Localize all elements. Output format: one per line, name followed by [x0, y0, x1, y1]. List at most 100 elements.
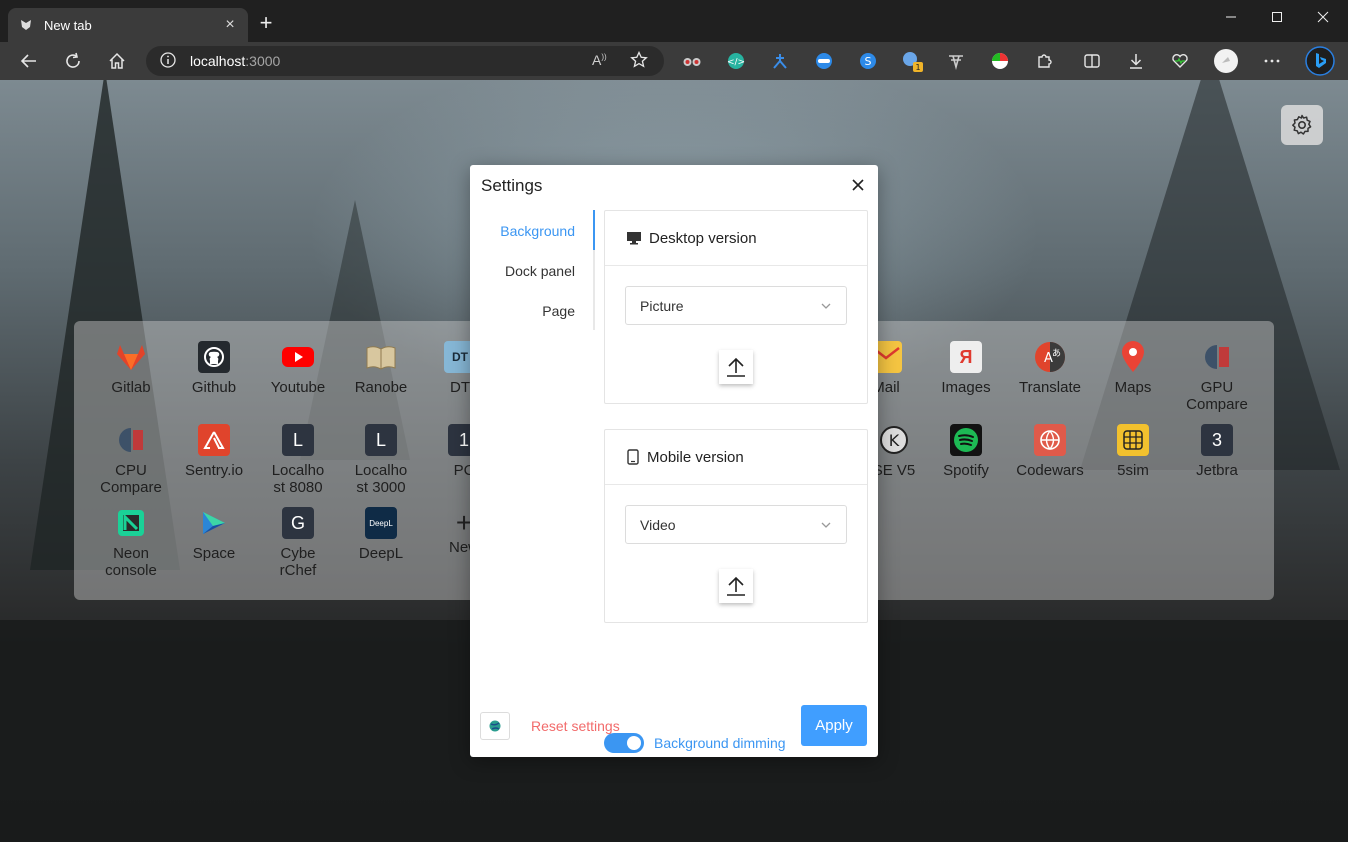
- close-icon[interactable]: [850, 177, 866, 193]
- app-codewars[interactable]: Codewars: [1008, 424, 1092, 479]
- app-jetbra[interactable]: 3 Jetbra: [1175, 424, 1259, 479]
- letter-l-icon: L: [282, 424, 314, 456]
- k-circle-icon: K: [878, 424, 910, 456]
- app-sentry[interactable]: Sentry.io: [172, 424, 256, 479]
- app-gpu-compare[interactable]: GPU Compare: [1175, 341, 1259, 413]
- sim-card-icon: [1117, 424, 1149, 456]
- app-cyberchef[interactable]: G Cybe rChef: [256, 507, 340, 579]
- address-bar[interactable]: localhost:3000 A)): [146, 46, 664, 76]
- app-label: Images: [941, 379, 991, 396]
- desktop-background-type-select[interactable]: Picture: [625, 286, 847, 325]
- app-label: GPU Compare: [1186, 379, 1248, 413]
- app-label: Localho st 3000: [354, 462, 408, 496]
- window-close-button[interactable]: [1300, 0, 1346, 34]
- background-dimming-label[interactable]: Background dimming: [654, 735, 786, 751]
- mobile-version-card: Mobile version Video: [604, 429, 868, 623]
- settings-gear-button[interactable]: [1281, 105, 1323, 145]
- app-space[interactable]: Space: [172, 507, 256, 562]
- svg-text:S: S: [865, 55, 872, 68]
- tab-favicon-icon: [18, 17, 34, 33]
- app-gitlab[interactable]: Gitlab: [89, 341, 173, 396]
- split-screen-icon[interactable]: [1078, 48, 1106, 74]
- desktop-upload-button[interactable]: [719, 350, 753, 384]
- app-label: Ranobe: [354, 379, 408, 396]
- profile-avatar[interactable]: [1212, 48, 1240, 74]
- site-info-icon[interactable]: [160, 51, 176, 71]
- download-icon[interactable]: [1122, 48, 1150, 74]
- toggle-knob: [627, 736, 641, 750]
- more-menu-icon[interactable]: [1258, 48, 1286, 74]
- mobile-background-type-select[interactable]: Video: [625, 505, 847, 544]
- letter-l-icon: L: [365, 424, 397, 456]
- language-button[interactable]: [480, 712, 510, 740]
- mobile-upload-button[interactable]: [719, 569, 753, 603]
- neon-icon: [115, 507, 147, 539]
- background-dimming-toggle[interactable]: [604, 733, 644, 753]
- active-tab-indicator: [593, 210, 595, 250]
- app-localhost-3000[interactable]: L Localho st 3000: [339, 424, 423, 496]
- tablet-icon: [626, 449, 640, 465]
- extension-glasses-icon[interactable]: [678, 48, 706, 74]
- app-label: CPU Compare: [100, 462, 162, 496]
- extensions-puzzle-icon[interactable]: [1030, 48, 1058, 74]
- browser-tab[interactable]: New tab ×: [8, 8, 248, 42]
- app-localhost-8080[interactable]: L Localho st 8080: [256, 424, 340, 496]
- youtube-icon: [282, 341, 314, 373]
- app-images[interactable]: Я Images: [924, 341, 1008, 396]
- extension-v-icon[interactable]: [942, 48, 970, 74]
- extension-globe-badge-icon[interactable]: 1: [898, 48, 926, 74]
- app-maps[interactable]: Maps: [1091, 341, 1175, 396]
- book-icon: [365, 341, 397, 373]
- extension-figure-icon[interactable]: [766, 48, 794, 74]
- extension-mask-icon[interactable]: [810, 48, 838, 74]
- app-label: DeepL: [358, 545, 404, 562]
- app-label: Gitlab: [111, 379, 151, 396]
- new-tab-button[interactable]: +: [254, 12, 278, 36]
- app-deepl[interactable]: DeepL DeepL: [339, 507, 423, 562]
- letter-3-icon: 3: [1201, 424, 1233, 456]
- extension-badge-count: 1: [915, 63, 920, 72]
- back-arrow-icon[interactable]: [15, 48, 43, 74]
- upload-icon: [727, 357, 745, 377]
- card-header: Desktop version: [605, 211, 867, 266]
- app-5sim[interactable]: 5sim: [1091, 424, 1175, 479]
- cpu-compare-icon: [115, 424, 147, 456]
- home-icon[interactable]: [103, 48, 131, 74]
- app-ranobe[interactable]: Ranobe: [339, 341, 423, 396]
- minimize-button[interactable]: [1208, 0, 1254, 34]
- performance-heart-icon[interactable]: [1166, 48, 1194, 74]
- deepl-icon: DeepL: [365, 507, 397, 539]
- maximize-button[interactable]: [1254, 0, 1300, 34]
- extension-color-icon[interactable]: [986, 48, 1014, 74]
- app-neon-console[interactable]: Neon console: [89, 507, 173, 579]
- tab-close-icon[interactable]: ×: [222, 16, 238, 33]
- tab-background[interactable]: Background: [500, 223, 575, 239]
- app-github[interactable]: Github: [172, 341, 256, 396]
- map-pin-icon: [1117, 341, 1149, 373]
- svg-text:あ: あ: [1052, 348, 1061, 359]
- reset-settings-button[interactable]: Reset settings: [531, 718, 620, 734]
- refresh-icon[interactable]: [59, 48, 87, 74]
- github-icon: [198, 341, 230, 373]
- extension-s-icon[interactable]: S: [854, 48, 882, 74]
- letter-g-icon: G: [282, 507, 314, 539]
- favorite-star-icon[interactable]: [630, 50, 648, 72]
- bing-copilot-icon[interactable]: [1303, 45, 1337, 77]
- globe-icon: [489, 720, 501, 732]
- app-cpu-compare[interactable]: CPU Compare: [89, 424, 173, 496]
- apply-button[interactable]: Apply: [801, 705, 867, 746]
- app-label: 5sim: [1117, 462, 1149, 479]
- app-translate[interactable]: Aあ Translate: [1008, 341, 1092, 396]
- app-spotify[interactable]: Spotify: [924, 424, 1008, 479]
- upload-icon: [727, 576, 745, 596]
- settings-dialog: Settings Background Dock panel Page Desk…: [470, 165, 878, 757]
- select-value: Video: [640, 516, 676, 533]
- extension-code-icon[interactable]: </>: [722, 48, 750, 74]
- read-aloud-icon[interactable]: A)): [592, 52, 607, 68]
- tab-dock-panel[interactable]: Dock panel: [505, 263, 575, 279]
- tab-page[interactable]: Page: [542, 303, 575, 319]
- app-youtube[interactable]: Youtube: [256, 341, 340, 396]
- app-label: Jetbra: [1196, 462, 1238, 479]
- app-label: Translate: [1019, 379, 1081, 396]
- sentry-icon: [198, 424, 230, 456]
